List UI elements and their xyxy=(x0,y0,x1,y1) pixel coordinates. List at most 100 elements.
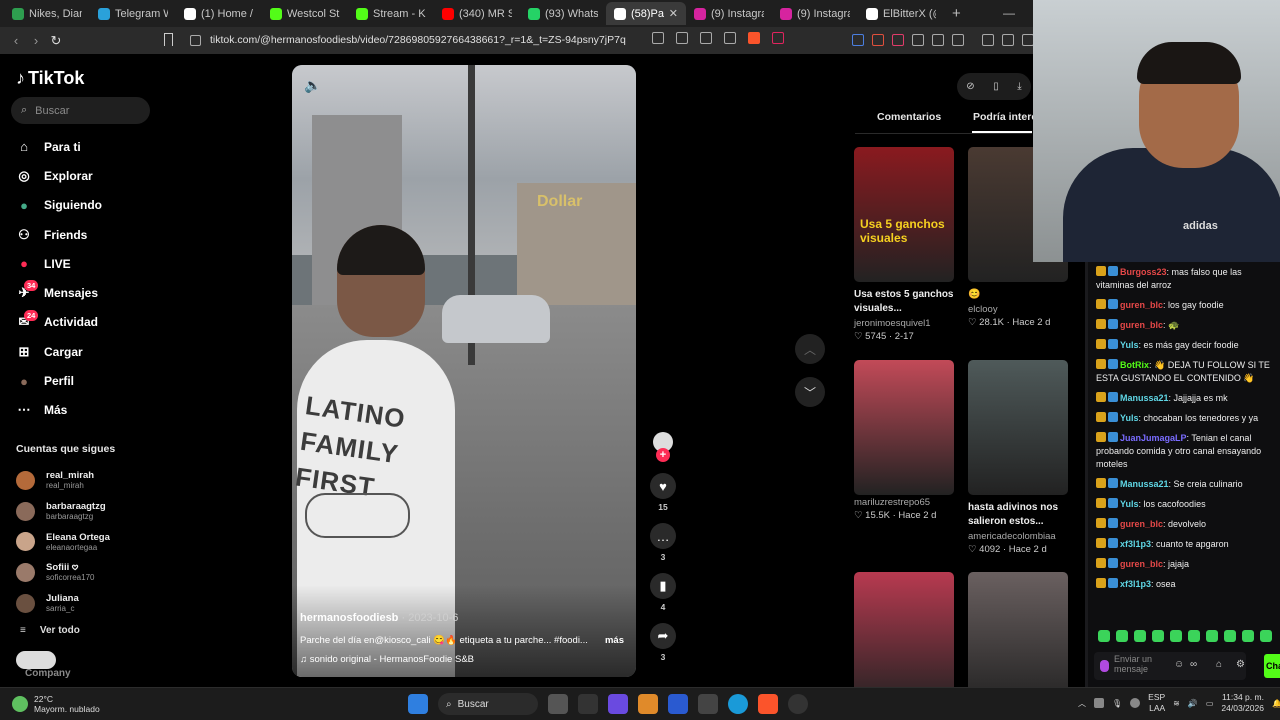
chat-username[interactable]: xf3l1p3 xyxy=(1120,579,1151,589)
browser-tab[interactable]: Westcol Stream xyxy=(262,2,348,25)
like-action[interactable]: ♥ 15 xyxy=(649,473,677,512)
chat-username[interactable]: Yuls xyxy=(1120,340,1139,350)
browser-tab[interactable]: (340) MR STIV xyxy=(434,2,520,25)
emote-icon[interactable] xyxy=(1206,630,1218,642)
forward-icon[interactable]: › xyxy=(26,33,46,48)
puzzle-icon[interactable] xyxy=(952,34,964,46)
emote-icon[interactable] xyxy=(1134,630,1146,642)
followed-account[interactable]: Eleana Ortega eleanaortegaa xyxy=(16,526,110,557)
emote-icon[interactable] xyxy=(1260,630,1272,642)
company-link[interactable]: Company xyxy=(25,668,71,679)
heart-icon[interactable]: ♥ xyxy=(650,473,676,499)
windows-start-icon[interactable] xyxy=(408,694,428,714)
tiktok-logo[interactable]: ♪ TikTok xyxy=(16,68,84,89)
terminal-icon[interactable] xyxy=(698,694,718,714)
translate-icon[interactable] xyxy=(676,32,688,44)
emote-icon[interactable] xyxy=(1224,630,1236,642)
share-icon[interactable] xyxy=(724,32,736,44)
extension-icon-1[interactable] xyxy=(852,34,864,46)
tab-comments[interactable]: Comentarios xyxy=(877,111,941,123)
video-author-line[interactable]: hermanosfoodiesb · 2023-10-6 xyxy=(300,612,458,624)
browser-tab[interactable]: (58)Parche ✕ xyxy=(606,2,686,25)
nav-item-para-ti[interactable]: ⌂ Para ti xyxy=(16,132,156,161)
share-arrow-icon[interactable]: ➦ xyxy=(650,623,676,649)
browser-tab[interactable]: (9) Instagram xyxy=(686,2,772,25)
weather-widget[interactable]: 22°C Mayorm. nublado xyxy=(12,694,100,714)
followed-account[interactable]: real_mirah real_mirah xyxy=(16,465,110,496)
app-toggle-icon[interactable] xyxy=(16,651,56,669)
download-icon[interactable]: ⤓ xyxy=(1017,81,1021,92)
card-author[interactable]: americadecolombiaa xyxy=(968,531,1068,542)
back-icon[interactable]: ‹ xyxy=(6,33,26,48)
save-action[interactable]: ▮ 4 xyxy=(649,573,677,612)
nav-item-explorar[interactable]: ◎ Explorar xyxy=(16,161,156,190)
chat-username[interactable]: Manussa21 xyxy=(1120,393,1169,403)
chat-username[interactable]: Yuls xyxy=(1120,413,1139,423)
app-icon-1[interactable] xyxy=(578,694,598,714)
related-video-card[interactable]: hasta adivinos nos salieron estos... amer… xyxy=(968,360,1068,555)
infinity-icon[interactable]: ∞ xyxy=(1190,659,1197,670)
speaker-icon[interactable]: 🔊 xyxy=(1188,699,1198,708)
emote-icon[interactable] xyxy=(1116,630,1128,642)
volume-icon[interactable]: 🔈 xyxy=(304,77,321,94)
minimize-icon[interactable]: — xyxy=(1003,6,1015,20)
browser-tab[interactable]: (9) Instagram xyxy=(772,2,858,25)
nav-item-live[interactable]: ● LIVE xyxy=(16,249,156,278)
comment-icon[interactable]: … xyxy=(650,523,676,549)
extension-icon-4[interactable] xyxy=(912,34,924,46)
chat-username[interactable]: Yuls xyxy=(1120,499,1139,509)
media-icon[interactable] xyxy=(982,34,994,46)
app-icon-3[interactable] xyxy=(638,694,658,714)
obs-icon[interactable] xyxy=(788,694,808,714)
mic-icon[interactable]: 🎙 xyxy=(1112,699,1122,708)
chat-username[interactable]: Burgoss23 xyxy=(1120,267,1167,277)
followed-account[interactable]: barbaraagtzg barbaraagtzg xyxy=(16,496,110,527)
follow-plus-icon[interactable]: + xyxy=(656,448,670,462)
extension-icon-3[interactable] xyxy=(892,34,904,46)
nav-item-actividad[interactable]: ✉ 24 Actividad xyxy=(16,308,156,337)
brave-shield-icon[interactable] xyxy=(748,32,760,44)
embed-icon[interactable]: ⊘ xyxy=(966,81,974,92)
video-sound[interactable]: ♫ sonido original - HermanosFoodie S&B xyxy=(300,654,474,665)
battery-icon[interactable]: ▭ xyxy=(1206,699,1214,708)
more-link[interactable]: más xyxy=(605,635,624,646)
card-author[interactable]: mariluzrestrepo65 xyxy=(854,497,954,508)
edge-icon[interactable] xyxy=(728,694,748,714)
nav-item-perfil[interactable]: ● Perfil xyxy=(16,366,156,395)
chat-username[interactable]: guren_blc xyxy=(1120,320,1163,330)
sidebar-icon[interactable] xyxy=(1002,34,1014,46)
next-video-button[interactable]: ﹀ xyxy=(795,377,825,407)
bookmark-icon[interactable] xyxy=(164,33,173,46)
tray-icon[interactable] xyxy=(1130,698,1141,708)
extension-icon-5[interactable] xyxy=(932,34,944,46)
chat-input[interactable]: Enviar un mensaje ☺ ∞ ⌂ ⚙ xyxy=(1094,652,1246,680)
followed-account[interactable]: Sofiii 𖹭 soficorrea170 xyxy=(16,557,110,588)
share-action[interactable]: ➦ 3 xyxy=(649,623,677,662)
chat-username[interactable]: xf3l1p3 xyxy=(1120,539,1151,549)
wifi-icon[interactable]: ≋ xyxy=(1173,699,1180,708)
emote-icon[interactable] xyxy=(1242,630,1254,642)
video-thumbnail[interactable]: Usa 5 ganchos visuales xyxy=(854,147,954,282)
nav-item-más[interactable]: ⋯ Más xyxy=(16,396,156,425)
language-indicator[interactable]: ESP LAA xyxy=(1148,692,1165,714)
chat-username[interactable]: JuanJumagaLP xyxy=(1120,433,1187,443)
brave-icon[interactable] xyxy=(758,694,778,714)
settings-gear-icon[interactable]: ⚙ xyxy=(1236,659,1245,670)
nav-item-mensajes[interactable]: ✈ 34 Mensajes xyxy=(16,278,156,307)
browser-tab[interactable]: Stream - Kick xyxy=(348,2,434,25)
mobile-icon[interactable]: ▯ xyxy=(993,81,999,92)
store-icon[interactable]: ⌂ xyxy=(1216,659,1222,670)
browser-tab[interactable]: (93) WhatsApp xyxy=(520,2,606,25)
chat-username[interactable]: guren_blc xyxy=(1120,519,1163,529)
app-tray-icon[interactable] xyxy=(1094,698,1104,708)
video-thumbnail[interactable] xyxy=(854,360,954,495)
video-player[interactable]: Dollar LATINO FAMILY FIRST 🔈 hermanosfoo… xyxy=(292,65,636,677)
new-tab-button[interactable]: + xyxy=(952,5,961,22)
task-view-icon[interactable] xyxy=(548,694,568,714)
taskbar-search[interactable]: ⌕ Buscar xyxy=(438,693,538,715)
nav-item-cargar[interactable]: ⊞ Cargar xyxy=(16,337,156,366)
search-input[interactable]: ⌕ Buscar xyxy=(11,97,150,124)
previous-video-button[interactable]: ︿ xyxy=(795,334,825,364)
video-author[interactable]: hermanosfoodiesb xyxy=(300,612,398,624)
bookmark-save-icon[interactable]: ▮ xyxy=(650,573,676,599)
